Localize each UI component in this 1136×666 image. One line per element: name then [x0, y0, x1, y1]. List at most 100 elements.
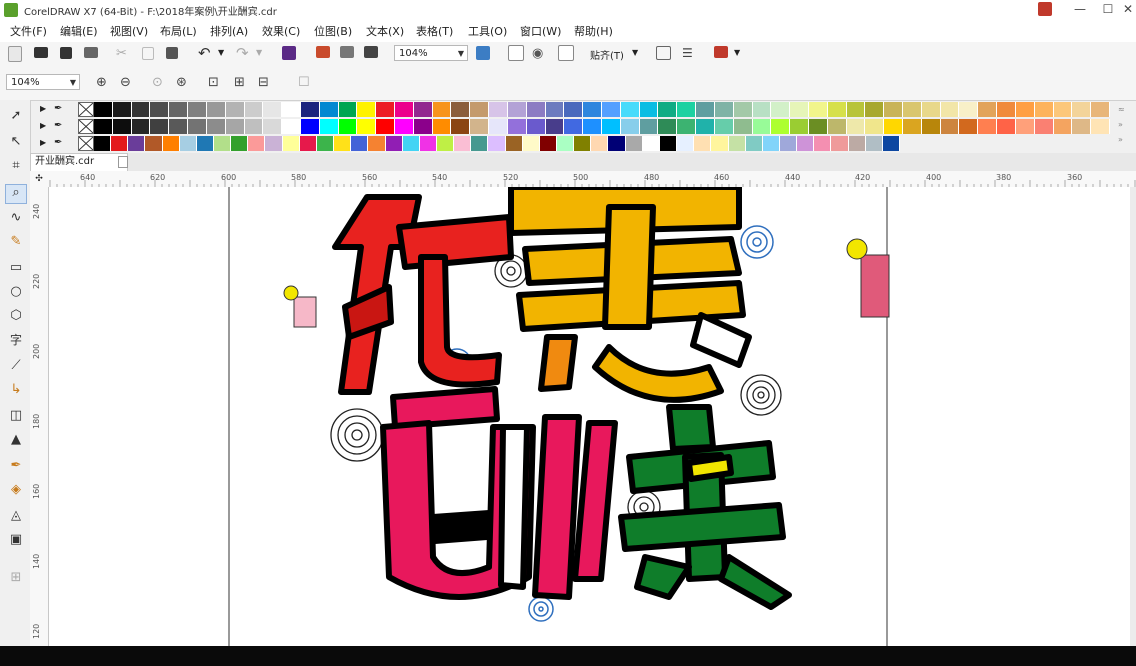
color-swatch[interactable] — [771, 119, 791, 134]
menu-tools[interactable]: 工具(O) — [468, 23, 507, 39]
color-swatch[interactable] — [263, 119, 283, 134]
color-swatch[interactable] — [395, 119, 414, 134]
export-icon[interactable] — [340, 46, 354, 58]
color-swatch[interactable] — [677, 102, 697, 117]
color-swatch[interactable] — [244, 102, 264, 117]
artistic-media-tool-icon[interactable]: ✎ — [8, 234, 24, 250]
color-swatch[interactable] — [1072, 119, 1092, 134]
color-swatch[interactable] — [188, 119, 207, 134]
color-swatch[interactable] — [470, 102, 490, 117]
color-swatch[interactable] — [231, 136, 249, 151]
vertical-scrollbar[interactable] — [1130, 187, 1136, 646]
color-swatch[interactable] — [921, 102, 941, 117]
paste-icon[interactable] — [166, 47, 178, 59]
color-swatch[interactable] — [214, 136, 232, 151]
close-button[interactable]: ✕ — [1114, 0, 1136, 20]
menu-help[interactable]: 帮助(H) — [574, 23, 613, 39]
color-swatch[interactable] — [402, 136, 420, 151]
zoom-levels-combo[interactable]: 104% ▼ — [6, 74, 80, 90]
color-swatch[interactable] — [790, 102, 809, 117]
color-swatch[interactable] — [300, 119, 320, 134]
color-swatch[interactable] — [368, 136, 386, 151]
color-swatch[interactable] — [1053, 102, 1073, 117]
color-swatch[interactable] — [265, 136, 283, 151]
color-swatch[interactable] — [432, 119, 452, 134]
color-swatch[interactable] — [206, 119, 226, 134]
color-swatch[interactable] — [131, 119, 151, 134]
color-swatch[interactable] — [921, 119, 941, 134]
color-swatch[interactable] — [797, 136, 815, 151]
freehand-tool-icon[interactable]: ∿ — [8, 210, 24, 226]
color-swatch[interactable] — [790, 119, 809, 134]
color-swatch[interactable] — [526, 119, 546, 134]
color-swatch[interactable] — [522, 136, 540, 151]
snap-dropdown-icon[interactable]: ▼ — [632, 48, 638, 57]
color-swatch[interactable] — [162, 136, 180, 151]
color-swatch[interactable] — [808, 119, 828, 134]
color-swatch[interactable] — [454, 136, 472, 151]
minimize-button[interactable]: — — [1066, 0, 1094, 20]
open-folder-icon[interactable] — [34, 47, 48, 58]
new-document-icon[interactable] — [8, 46, 22, 62]
color-swatch[interactable] — [451, 119, 471, 134]
color-swatch[interactable] — [351, 136, 369, 151]
text-tool-icon[interactable]: 字 — [8, 332, 24, 348]
color-swatch[interactable] — [865, 119, 885, 134]
color-swatch[interactable] — [150, 119, 170, 134]
color-swatch[interactable] — [711, 136, 729, 151]
color-swatch[interactable] — [959, 119, 979, 134]
color-swatch[interactable] — [282, 102, 301, 117]
color-swatch[interactable] — [659, 136, 678, 151]
color-swatch[interactable] — [545, 102, 565, 117]
color-swatch[interactable] — [625, 136, 643, 151]
connector-tool-icon[interactable]: ↳ — [8, 382, 24, 398]
zoom-tool-icon[interactable]: ⌕ — [5, 184, 27, 204]
color-swatch[interactable] — [300, 102, 320, 117]
color-swatch[interactable] — [642, 136, 660, 151]
color-swatch[interactable] — [334, 136, 352, 151]
vertical-ruler[interactable]: 240 220 200 180 160 140 120 — [30, 187, 49, 646]
color-swatch[interactable] — [1015, 119, 1035, 134]
color-swatch[interactable] — [865, 102, 885, 117]
color-swatch[interactable] — [677, 119, 697, 134]
zoom-page-width-icon[interactable]: ⊞ — [234, 75, 245, 90]
color-swatch[interactable] — [771, 102, 791, 117]
import-icon[interactable] — [316, 46, 330, 58]
color-swatch[interactable] — [395, 102, 414, 117]
color-swatch[interactable] — [997, 102, 1016, 117]
color-swatch[interactable] — [419, 136, 437, 151]
zoom-page-icon[interactable]: ⊡ — [208, 75, 219, 90]
color-swatch[interactable] — [357, 119, 377, 134]
color-swatch[interactable] — [591, 136, 609, 151]
color-swatch[interactable] — [94, 136, 112, 151]
ruler-origin[interactable]: ✣ — [30, 171, 49, 188]
redo-icon[interactable]: ↷ — [236, 44, 252, 62]
menu-file[interactable]: 文件(F) — [10, 23, 47, 39]
document-tab[interactable]: 开业酬宾.cdr — [30, 153, 128, 171]
color-swatch[interactable] — [376, 119, 396, 134]
outline-pen-icon[interactable]: ▣ — [8, 532, 24, 548]
color-swatch[interactable] — [263, 102, 283, 117]
color-swatch[interactable] — [94, 119, 113, 134]
color-swatch[interactable] — [539, 136, 557, 151]
redo-dropdown-icon[interactable]: ▼ — [256, 48, 262, 57]
horizontal-ruler[interactable]: 640 620 600 580 560 540 520 500 480 460 … — [48, 171, 1136, 188]
color-swatch[interactable] — [714, 119, 734, 134]
menu-bitmaps[interactable]: 位图(B) — [314, 23, 352, 39]
menu-edit[interactable]: 编辑(E) — [60, 23, 98, 39]
color-swatch[interactable] — [827, 102, 847, 117]
color-swatch[interactable] — [131, 102, 151, 117]
snap-to-button[interactable]: 贴齐(T) — [590, 47, 624, 62]
color-swatch[interactable] — [694, 136, 712, 151]
transparency-tool-icon[interactable]: ▲ — [8, 432, 24, 448]
color-swatch[interactable] — [831, 136, 849, 151]
color-swatch[interactable] — [179, 136, 197, 151]
crop-tool-icon[interactable]: ⌗ — [8, 158, 24, 174]
palette-row-1-eyedropper-icon[interactable]: ✒ — [54, 103, 62, 114]
color-swatch[interactable] — [112, 119, 132, 134]
color-swatch[interactable] — [206, 102, 226, 117]
color-swatch[interactable] — [436, 136, 455, 151]
color-swatch[interactable] — [112, 102, 132, 117]
undo-icon[interactable]: ↶ — [198, 44, 214, 62]
color-swatch[interactable] — [602, 119, 621, 134]
